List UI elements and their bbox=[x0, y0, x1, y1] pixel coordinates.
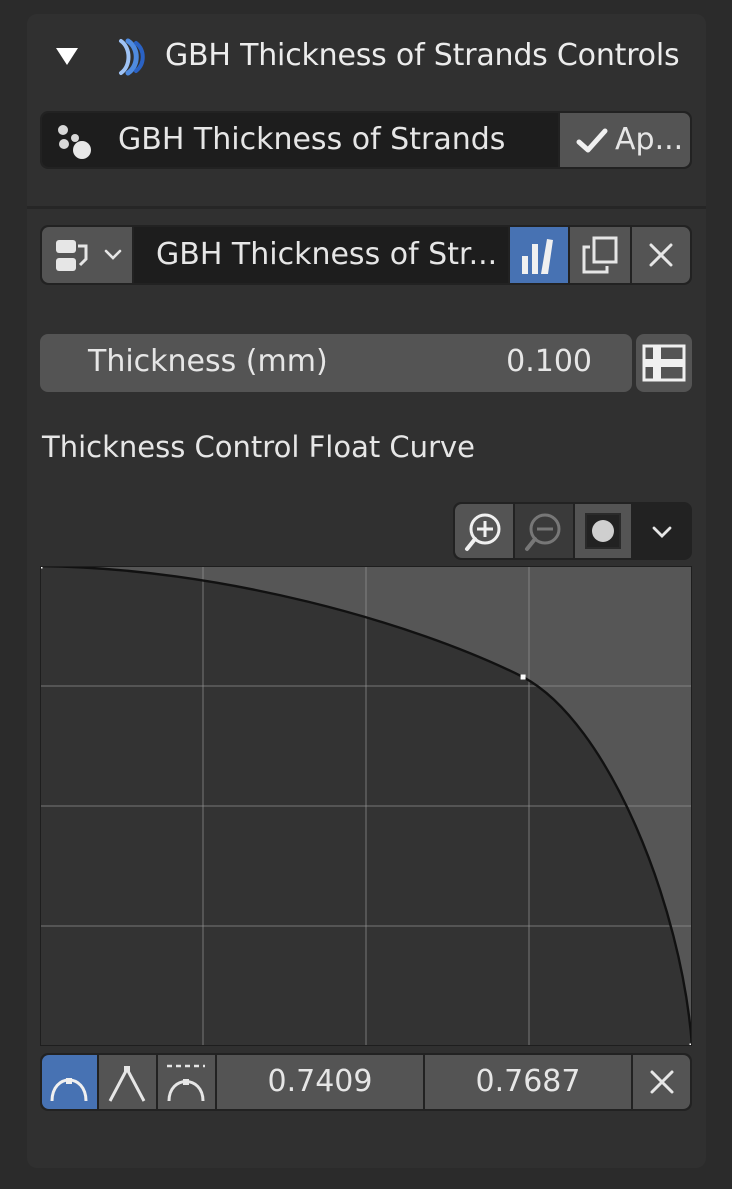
auto-handle-icon bbox=[48, 1063, 90, 1103]
point-control-row: 0.7409 0.7687 bbox=[40, 1053, 692, 1111]
curve-editor[interactable] bbox=[40, 566, 692, 1046]
auto-clamped-handle-button[interactable] bbox=[158, 1055, 215, 1109]
attribute-toggle-button[interactable] bbox=[636, 334, 692, 392]
panel-header[interactable]: GBH Thickness of Strands Controls bbox=[27, 14, 706, 100]
node-group-name-field[interactable]: GBH Thickness of Str... bbox=[134, 227, 508, 283]
apply-label: Ap... bbox=[615, 122, 684, 157]
node-group-row: GBH Thickness of Str... bbox=[40, 225, 692, 285]
unlink-button[interactable] bbox=[632, 227, 690, 283]
clip-button[interactable] bbox=[575, 504, 631, 558]
thickness-label: Thickness (mm) bbox=[88, 344, 328, 379]
point-x-field[interactable]: 0.7409 bbox=[217, 1055, 423, 1109]
particles-icon bbox=[54, 121, 94, 161]
curve-control-point[interactable] bbox=[520, 674, 526, 680]
close-icon bbox=[648, 242, 674, 268]
thickness-field[interactable]: Thickness (mm) 0.100 bbox=[40, 334, 632, 392]
point-x-value: 0.7409 bbox=[267, 1064, 373, 1099]
zoom-out-icon bbox=[523, 511, 565, 553]
node-tree-icon bbox=[54, 237, 94, 275]
properties-panel: GBH Thickness of Strands Controls GBH Th… bbox=[27, 14, 706, 1168]
close-icon bbox=[649, 1069, 675, 1095]
fake-user-icon bbox=[517, 234, 561, 276]
auto-clamped-handle-icon bbox=[165, 1061, 207, 1103]
input-attribute-icon bbox=[642, 343, 686, 383]
node-group-name: GBH Thickness of Str... bbox=[156, 237, 498, 272]
node-tree-selector[interactable] bbox=[42, 227, 132, 283]
chevron-down-icon bbox=[104, 249, 122, 261]
auto-handle-button[interactable] bbox=[42, 1055, 97, 1109]
point-y-field[interactable]: 0.7687 bbox=[425, 1055, 631, 1109]
modifier-name-field[interactable]: GBH Thickness of Strands bbox=[42, 113, 558, 167]
duplicate-icon bbox=[580, 235, 620, 275]
divider bbox=[27, 206, 706, 209]
curve-menu-button[interactable] bbox=[633, 504, 690, 558]
curve-canvas[interactable] bbox=[40, 566, 692, 1046]
clip-record-icon bbox=[584, 512, 622, 550]
point-y-value: 0.7687 bbox=[475, 1064, 581, 1099]
zoom-out-button[interactable] bbox=[515, 504, 573, 558]
panel-title: GBH Thickness of Strands Controls bbox=[165, 38, 680, 73]
triangle-down-icon[interactable] bbox=[56, 48, 78, 65]
apply-button[interactable]: Ap... bbox=[560, 113, 690, 167]
duplicate-button[interactable] bbox=[570, 227, 630, 283]
vector-handle-button[interactable] bbox=[99, 1055, 156, 1109]
curve-label: Thickness Control Float Curve bbox=[42, 430, 475, 464]
curve-toolbar bbox=[453, 502, 692, 560]
thickness-value: 0.100 bbox=[506, 344, 592, 379]
modifier-name: GBH Thickness of Strands bbox=[118, 122, 506, 157]
chevron-down-icon bbox=[652, 525, 672, 539]
checkmark-icon bbox=[576, 127, 608, 155]
delete-point-button[interactable] bbox=[633, 1055, 690, 1109]
zoom-in-button[interactable] bbox=[455, 504, 513, 558]
zoom-in-icon bbox=[463, 511, 505, 553]
gbh-logo-icon bbox=[115, 38, 151, 76]
vector-handle-icon bbox=[106, 1063, 148, 1103]
fake-user-button[interactable] bbox=[510, 227, 568, 283]
modifier-row: GBH Thickness of Strands Ap... bbox=[40, 111, 692, 169]
